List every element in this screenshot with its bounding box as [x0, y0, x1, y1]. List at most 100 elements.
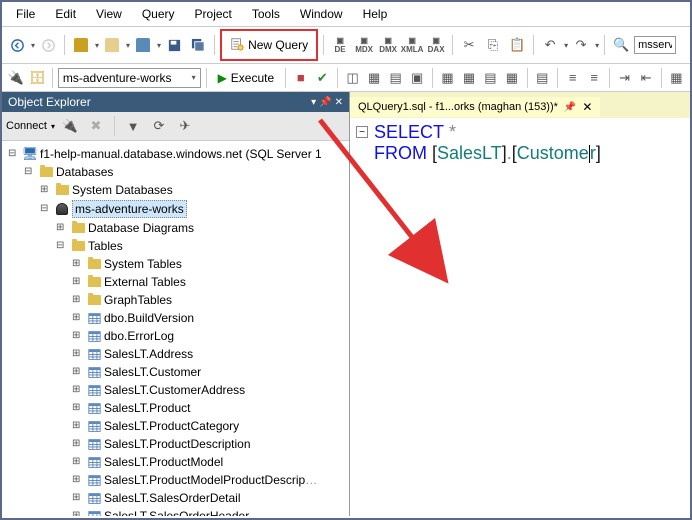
tree-table-node[interactable]: SalesLT.SalesOrderHeader [4, 507, 347, 516]
menu-project[interactable]: Project [185, 4, 242, 24]
code-editor[interactable]: − SELECT * FROM [SalesLT].[Customer] [350, 118, 690, 516]
tree-tables-node[interactable]: Tables [4, 237, 347, 255]
tree-table-node[interactable]: dbo.ErrorLog [4, 327, 347, 345]
live-stats-button[interactable]: ▦ [438, 67, 457, 89]
tree-server-node[interactable]: 🖥f1-help-manual.database.windows.net (SQ… [4, 145, 347, 163]
copy-button[interactable]: ⎘ [482, 34, 504, 56]
tree-table-node[interactable]: SalesLT.ProductModel [4, 453, 347, 471]
change-connection-button[interactable]: 🔌 [6, 67, 25, 89]
database-icon [55, 202, 69, 216]
results-file-button[interactable]: ▤ [533, 67, 552, 89]
open-solution-dropdown[interactable]: ▾ [157, 41, 161, 50]
open-file-dropdown[interactable]: ▾ [126, 41, 130, 50]
menu-view[interactable]: View [86, 4, 132, 24]
results-text-button[interactable]: ▤ [481, 67, 500, 89]
new-query-icon [230, 37, 244, 54]
client-stats-button[interactable]: ▦ [459, 67, 478, 89]
object-explorer-title-bar: Object Explorer ▾ 📌 ✕ [2, 92, 349, 112]
object-explorer-title: Object Explorer [8, 95, 91, 109]
object-explorer-tree: 🖥f1-help-manual.database.windows.net (SQ… [2, 141, 349, 516]
dax-query-button[interactable]: ▣DAX [425, 34, 447, 56]
open-file-button[interactable] [101, 34, 123, 56]
outdent-button[interactable]: ⇤ [636, 67, 655, 89]
code-fold-toggle[interactable]: − [356, 126, 368, 138]
save-all-button[interactable] [187, 34, 209, 56]
tree-table-node[interactable]: SalesLT.CustomerAddress [4, 381, 347, 399]
table-icon [87, 419, 101, 433]
tree-databases-node[interactable]: Databases [4, 163, 347, 181]
folder-icon [87, 257, 101, 271]
tree-userdb-node[interactable]: ms-adventure-works [4, 199, 347, 219]
menu-query[interactable]: Query [132, 4, 185, 24]
tree-table-node[interactable]: dbo.BuildVersion [4, 309, 347, 327]
refresh-button[interactable]: ⟳ [148, 115, 170, 137]
new-query-label: New Query [248, 38, 308, 52]
xmla-query-button[interactable]: ▣XMLA [401, 34, 423, 56]
de-query-button[interactable]: ▣DE [329, 34, 351, 56]
menu-file[interactable]: File [6, 4, 45, 24]
table-icon [87, 365, 101, 379]
intellisense-button[interactable]: ▤ [386, 67, 405, 89]
menu-help[interactable]: Help [353, 4, 398, 24]
tree-table-node[interactable]: SalesLT.Customer [4, 363, 347, 381]
stop-button[interactable]: ✖ [85, 115, 107, 137]
tree-exttables-node[interactable]: External Tables [4, 273, 347, 291]
panel-close-icon[interactable]: ✕ [335, 97, 343, 108]
new-project-dropdown[interactable]: ▾ [95, 41, 99, 50]
connect-button[interactable]: Connect [6, 120, 47, 132]
tree-table-node[interactable]: SalesLT.SalesOrderDetail [4, 489, 347, 507]
panel-menu-icon[interactable]: ▾ [311, 97, 316, 108]
chevron-down-icon[interactable]: ▾ [51, 122, 55, 131]
estimated-plan-button[interactable]: ◫ [343, 67, 362, 89]
filter-button[interactable]: ▼ [122, 115, 144, 137]
new-project-button[interactable] [70, 34, 92, 56]
cut-button[interactable]: ✂ [458, 34, 480, 56]
tree-table-node[interactable]: SalesLT.Product [4, 399, 347, 417]
paste-button[interactable]: 📋 [506, 34, 528, 56]
new-query-button[interactable]: New Query [224, 33, 314, 57]
tree-table-node[interactable]: SalesLT.ProductModelProductDescrip… [4, 471, 347, 489]
query-options-button[interactable]: ▦ [364, 67, 383, 89]
cancel-query-button[interactable]: ■ [291, 67, 310, 89]
indent-button[interactable]: ⇥ [615, 67, 634, 89]
object-explorer-toolbar: Connect ▾ 🔌 ✖ ▼ ⟳ ✈ [2, 112, 349, 141]
menu-window[interactable]: Window [290, 4, 353, 24]
nav-forward-button[interactable] [37, 34, 59, 56]
menu-edit[interactable]: Edit [45, 4, 86, 24]
open-solution-button[interactable] [132, 34, 154, 56]
nav-back-button[interactable] [6, 34, 28, 56]
results-grid-button[interactable]: ▦ [502, 67, 521, 89]
uncomment-button[interactable]: ≡ [584, 67, 603, 89]
undo-dropdown[interactable]: ▾ [564, 41, 568, 50]
tree-diagrams-node[interactable]: Database Diagrams [4, 219, 347, 237]
specify-values-button[interactable]: ▦ [667, 67, 686, 89]
editor-tab[interactable]: QLQuery1.sql - f1...orks (maghan (153))*… [350, 97, 600, 117]
activity-button[interactable]: ✈ [174, 115, 196, 137]
actual-plan-button[interactable]: ▣ [407, 67, 426, 89]
menu-tools[interactable]: Tools [242, 4, 290, 24]
disconnect-button[interactable]: 🔌 [59, 115, 81, 137]
undo-button[interactable]: ↶ [539, 34, 561, 56]
tree-sysdb-node[interactable]: System Databases [4, 181, 347, 199]
tree-table-node[interactable]: SalesLT.ProductCategory [4, 417, 347, 435]
tree-table-node[interactable]: SalesLT.ProductDescription [4, 435, 347, 453]
quick-launch-input[interactable] [634, 36, 676, 54]
close-icon[interactable]: ✕ [582, 100, 592, 114]
table-icon [87, 473, 101, 487]
database-selector[interactable]: ms-adventure-works ▾ [58, 68, 201, 88]
dmx-query-button[interactable]: ▣DMX [377, 34, 399, 56]
save-button[interactable] [163, 34, 185, 56]
tree-graphtables-node[interactable]: GraphTables [4, 291, 347, 309]
table-icon [87, 347, 101, 361]
panel-pin-icon[interactable]: 📌 [319, 97, 331, 108]
execute-button[interactable]: ▶ Execute [212, 69, 281, 87]
redo-button[interactable]: ↷ [570, 34, 592, 56]
redo-dropdown[interactable]: ▾ [595, 41, 599, 50]
comment-button[interactable]: ≡ [563, 67, 582, 89]
tree-table-node[interactable]: SalesLT.Address [4, 345, 347, 363]
mdx-query-button[interactable]: ▣MDX [353, 34, 375, 56]
pin-icon[interactable]: 📌 [564, 102, 576, 113]
nav-back-dropdown[interactable]: ▾ [31, 41, 35, 50]
parse-button[interactable]: ✔ [313, 67, 332, 89]
tree-systables-node[interactable]: System Tables [4, 255, 347, 273]
